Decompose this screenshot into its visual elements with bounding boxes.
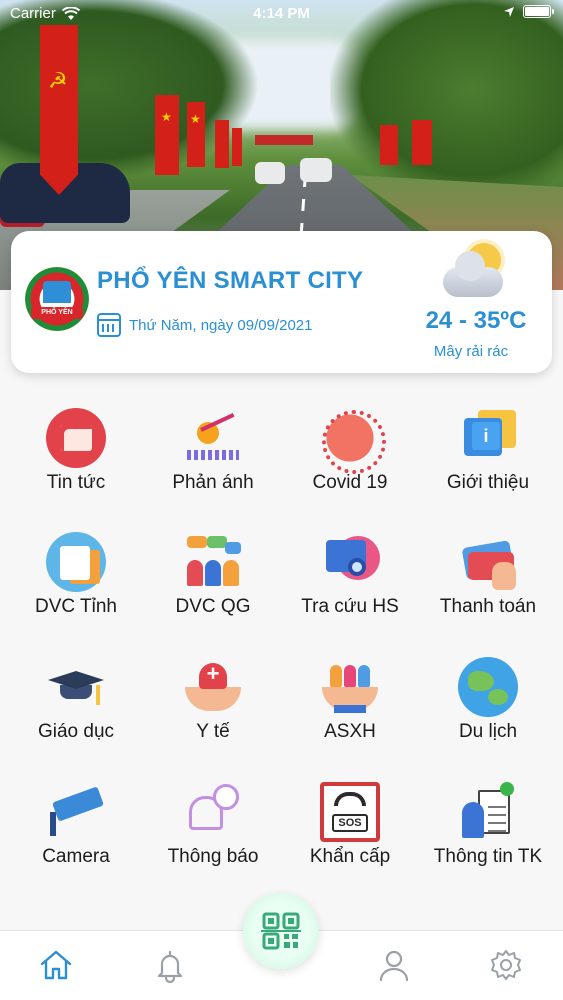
service-label: Du lịch	[458, 721, 518, 742]
notification-bell-icon	[183, 782, 243, 842]
status-bar: Carrier 4:14 PM	[0, 0, 563, 30]
document-search-icon	[320, 532, 380, 592]
battery-icon	[523, 5, 554, 18]
service-dvc-tinh[interactable]: DVC Tỉnh	[6, 524, 146, 634]
qr-code-icon	[261, 912, 301, 950]
service-label: Tra cứu HS	[301, 596, 399, 617]
service-thanh-toan[interactable]: Thanh toán	[418, 524, 558, 634]
payment-card-icon	[458, 532, 518, 592]
service-gioi-thieu[interactable]: i Giới thiệu	[418, 400, 558, 510]
service-asxh[interactable]: ASXH	[280, 649, 420, 759]
service-label: Tin tức	[46, 472, 106, 493]
city-emblem-logo: PHỔ YÊN	[25, 267, 89, 331]
sos-phone-icon: SOS	[320, 782, 380, 842]
provincial-service-icon	[46, 532, 106, 592]
status-time: 4:14 PM	[253, 5, 310, 22]
service-camera[interactable]: Camera	[6, 774, 146, 884]
service-khan-cap[interactable]: SOS Khẩn cấp	[280, 774, 420, 884]
service-phan-anh[interactable]: Phản ánh	[143, 400, 283, 510]
service-dvc-qg[interactable]: DVC QG	[143, 524, 283, 634]
graduation-cap-icon	[46, 657, 106, 717]
app-title: PHỔ YÊN SMART CITY	[97, 267, 364, 294]
service-thong-bao[interactable]: Thông báo	[143, 774, 283, 884]
service-label: ASXH	[324, 721, 376, 742]
service-label: Thông tin TK	[433, 846, 543, 867]
service-giao-duc[interactable]: Giáo dục	[6, 649, 146, 759]
bell-icon	[157, 950, 183, 984]
calendar-icon	[97, 313, 121, 337]
current-date: Thứ Năm, ngày 09/09/2021	[129, 316, 313, 334]
service-du-lich[interactable]: Du lịch	[418, 649, 558, 759]
service-tin-tuc[interactable]: Tin tức	[6, 400, 146, 510]
account-info-icon	[458, 782, 518, 842]
weather-description: Mây rải rác	[433, 343, 509, 360]
service-label: Giới thiệu	[446, 472, 530, 493]
service-label: Camera	[42, 846, 110, 867]
service-thong-tin-tk[interactable]: Thông tin TK	[418, 774, 558, 884]
city-info-card: PHỔ YÊN PHỔ YÊN SMART CITY Thứ Năm, ngày…	[11, 231, 552, 373]
national-service-icon	[183, 532, 243, 592]
info-icon: i	[458, 408, 518, 468]
news-icon	[46, 408, 106, 468]
tab-profile[interactable]	[376, 947, 412, 983]
health-heart-icon	[183, 657, 243, 717]
gear-icon	[491, 950, 521, 980]
cctv-camera-icon	[46, 782, 106, 842]
globe-travel-icon	[458, 657, 518, 717]
qr-scan-button[interactable]	[243, 893, 319, 969]
service-label: DVC QG	[175, 596, 251, 617]
service-label: Y tế	[196, 721, 230, 742]
partly-cloudy-icon	[441, 241, 511, 305]
service-y-te[interactable]: Y tế	[143, 649, 283, 759]
service-label: Thanh toán	[439, 596, 537, 617]
tab-notifications[interactable]	[152, 947, 188, 984]
service-label: Covid 19	[312, 472, 388, 493]
feedback-icon	[183, 408, 243, 468]
tab-home[interactable]	[38, 947, 74, 983]
service-label: Phản ánh	[172, 472, 254, 493]
location-arrow-icon	[504, 6, 514, 17]
logo-ribbon-text: PHỔ YÊN	[31, 307, 83, 319]
service-label: Khẩn cấp	[309, 846, 391, 867]
user-icon	[379, 950, 409, 982]
service-covid-19[interactable]: Covid 19	[280, 400, 420, 510]
tab-settings[interactable]	[488, 947, 524, 983]
home-icon	[40, 950, 72, 980]
social-security-icon	[320, 657, 380, 717]
service-label: Thông báo	[167, 846, 259, 867]
service-tra-cuu-hs[interactable]: Tra cứu HS	[280, 524, 420, 634]
temperature-range: 24 - 35ºC	[425, 307, 527, 334]
service-label: Giáo dục	[37, 721, 115, 742]
virus-icon	[320, 408, 386, 474]
service-label: DVC Tỉnh	[34, 596, 117, 617]
